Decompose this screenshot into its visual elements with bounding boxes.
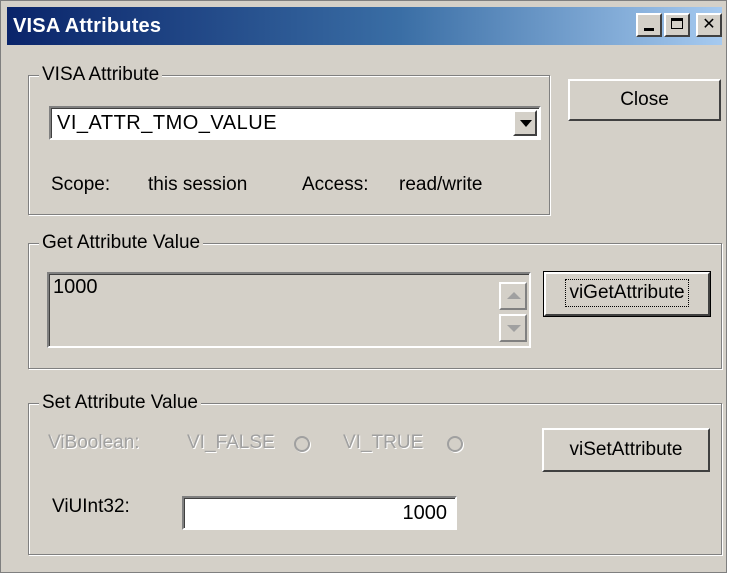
minimize-button[interactable] <box>636 13 662 37</box>
get-value-text: 1000 <box>53 276 98 298</box>
access-value: read/write <box>399 174 483 195</box>
viuint32-input[interactable]: 1000 <box>182 496 457 530</box>
scroll-up-button[interactable] <box>499 282 527 310</box>
maximize-icon <box>671 18 683 29</box>
scroll-down-button[interactable] <box>499 314 527 342</box>
attribute-combobox-value: VI_ATTR_TMO_VALUE <box>57 112 278 134</box>
scope-value: this session <box>148 174 248 195</box>
access-label: Access: <box>302 174 369 195</box>
vigetattribute-button[interactable]: viGetAttribute <box>543 271 711 317</box>
minimize-icon <box>644 28 654 31</box>
scope-label: Scope: <box>51 174 111 195</box>
window-title: VISA Attributes <box>13 15 162 37</box>
chevron-down-icon <box>520 120 532 127</box>
set-attribute-group: Set Attribute Value ViBoolean: VI_FALSE … <box>28 392 722 555</box>
visa-attribute-group: VISA Attribute VI_ATTR_TMO_VALUE Scope: … <box>28 64 550 215</box>
title-close-button[interactable]: ✕ <box>696 13 722 37</box>
viuint32-input-value: 1000 <box>402 502 448 524</box>
get-value-textarea[interactable]: 1000 <box>47 272 531 348</box>
vi-true-label: VI_TRUE <box>343 432 424 453</box>
get-attribute-group: Get Attribute Value 1000 viGetAttribute <box>28 232 722 369</box>
visetattribute-button[interactable]: viSetAttribute <box>542 428 710 472</box>
combobox-dropdown-button[interactable] <box>513 110 537 136</box>
arrow-down-icon <box>507 325 521 332</box>
vi-false-radio[interactable] <box>294 436 310 452</box>
arrow-up-icon <box>507 292 521 299</box>
visetattribute-button-label: viSetAttribute <box>569 439 683 460</box>
close-icon: ✕ <box>702 16 716 33</box>
viboolean-label: ViBoolean: <box>48 432 140 453</box>
vigetattribute-button-label: viGetAttribute <box>565 279 689 307</box>
get-attribute-group-label: Get Attribute Value <box>39 232 204 254</box>
title-bar[interactable]: VISA Attributes ✕ <box>7 7 722 45</box>
vi-true-radio[interactable] <box>447 436 463 452</box>
close-button-label: Close <box>620 89 669 110</box>
maximize-button[interactable] <box>664 13 690 37</box>
close-button[interactable]: Close <box>568 79 721 121</box>
viuint32-label: ViUInt32: <box>52 496 130 517</box>
set-attribute-group-label: Set Attribute Value <box>39 392 201 414</box>
visa-attributes-window: VISA Attributes ✕ VISA Attribute VI_ATTR… <box>0 0 727 573</box>
attribute-combobox[interactable]: VI_ATTR_TMO_VALUE <box>49 106 541 140</box>
visa-attribute-group-label: VISA Attribute <box>39 64 163 86</box>
vi-false-label: VI_FALSE <box>187 432 275 453</box>
